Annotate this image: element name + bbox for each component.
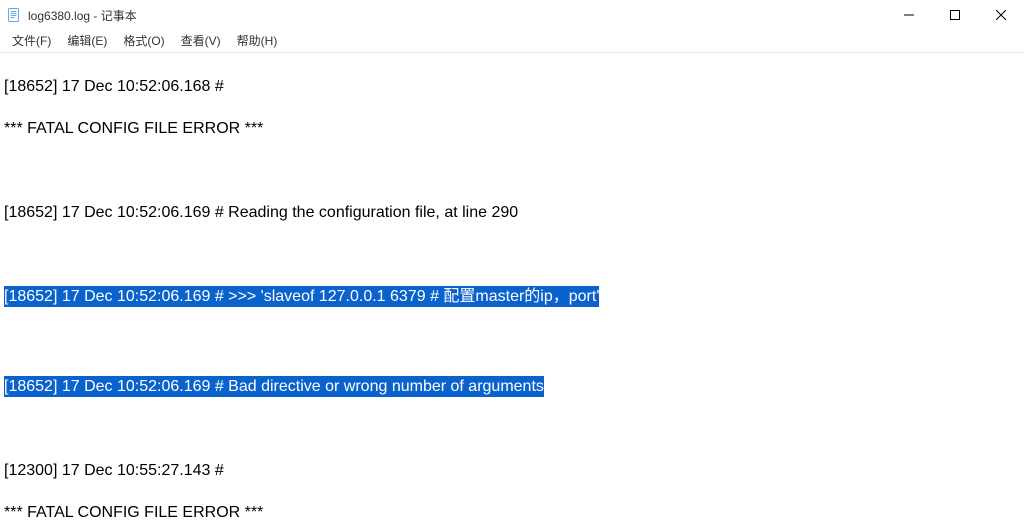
log-line-selected: [18652] 17 Dec 10:52:06.169 # Bad direct… — [4, 376, 544, 397]
menu-help[interactable]: 帮助(H) — [229, 32, 286, 49]
menu-view[interactable]: 查看(V) — [173, 32, 229, 49]
minimize-button[interactable] — [886, 0, 932, 30]
log-line: *** FATAL CONFIG FILE ERROR *** — [4, 118, 1020, 139]
menubar: 文件(F) 编辑(E) 格式(O) 查看(V) 帮助(H) — [0, 30, 1024, 53]
close-button[interactable] — [978, 0, 1024, 30]
window-controls — [886, 0, 1024, 30]
log-line: [18652] 17 Dec 10:52:06.169 # Reading th… — [4, 202, 1020, 223]
titlebar: log6380.log - 记事本 — [0, 0, 1024, 30]
log-line — [4, 418, 1020, 439]
menu-edit[interactable]: 编辑(E) — [59, 32, 115, 49]
text-area[interactable]: [18652] 17 Dec 10:52:06.168 # *** FATAL … — [0, 53, 1024, 528]
log-line — [4, 160, 1020, 181]
log-line: [12300] 17 Dec 10:55:27.143 # — [4, 460, 1020, 481]
log-line — [4, 244, 1020, 265]
menu-file[interactable]: 文件(F) — [4, 32, 59, 49]
log-line-selected: [18652] 17 Dec 10:52:06.169 # >>> 'slave… — [4, 286, 599, 307]
menu-format[interactable]: 格式(O) — [115, 32, 172, 49]
maximize-button[interactable] — [932, 0, 978, 30]
window-title: log6380.log - 记事本 — [28, 7, 137, 24]
log-line: [18652] 17 Dec 10:52:06.168 # — [4, 76, 1020, 97]
notepad-document-icon — [6, 7, 22, 23]
log-line: *** FATAL CONFIG FILE ERROR *** — [4, 502, 1020, 523]
